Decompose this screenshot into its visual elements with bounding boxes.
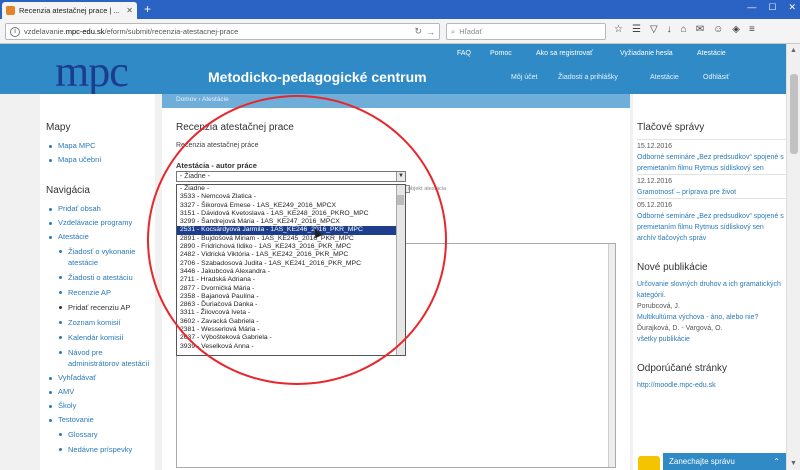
recommended-heading: Odporúčané stránky xyxy=(637,363,728,374)
nav-list: Pridať obsah Vzdelávacie programy Atestáci… xyxy=(40,202,155,457)
page-scroll-thumb[interactable] xyxy=(790,74,798,154)
press-date: 12.12.2016 xyxy=(637,174,786,187)
url-host: mpc-edu.sk xyxy=(65,27,105,36)
info-icon[interactable]: i xyxy=(10,26,20,37)
publication-author: Porubcová, J. xyxy=(637,303,680,310)
site-header: mpc Metodicko-pedagogické centrum FAQ Po… xyxy=(0,44,800,94)
nav-item[interactable]: Glossary xyxy=(40,427,155,442)
publications-list: Určovanie slovných druhov a ich gramatic… xyxy=(637,279,786,334)
minimize-icon[interactable]: — xyxy=(747,2,756,13)
chat-widget[interactable]: Zanechajte správu ⌃ xyxy=(663,453,786,470)
press-archive-link[interactable]: archív tlačových správ xyxy=(637,233,786,244)
search-placeholder: Hľadať xyxy=(459,27,483,36)
url-text: vzdelavanie.mpc-edu.sk/eform/submit/rece… xyxy=(24,27,238,36)
press-heading: Tlačové správy xyxy=(637,122,705,133)
nav-item[interactable]: Žiadosť o vykonanie atestácie xyxy=(40,244,155,270)
nav-item[interactable]: Vyhľadávať xyxy=(40,371,155,385)
close-window-icon[interactable]: ✕ xyxy=(788,2,796,13)
nav-item[interactable]: Žiadosti o atestáciu xyxy=(40,270,155,285)
top-nav-registracia[interactable]: Ako sa registrovať xyxy=(536,50,593,57)
browser-tab[interactable]: Recenzia atestačnej prace | ... ✕ xyxy=(2,2,137,19)
top-nav-heslo[interactable]: Vyžiadanie hesla xyxy=(620,50,673,57)
left-sidebar: Mapy Mapa MPC Mapa učební Navigácia Prid… xyxy=(40,94,155,470)
press-link[interactable]: Odborné semináre „Bez predsudkov“ spojen… xyxy=(637,211,786,233)
share-icon[interactable]: ✉ xyxy=(696,24,704,35)
nav-item[interactable]: Návod pre administrátorov atestácií xyxy=(40,345,155,371)
nav-item[interactable]: Kalendár komisií xyxy=(40,330,155,345)
maps-list: Mapa MPC Mapa učební xyxy=(40,139,155,167)
top-nav-pomoc[interactable]: Pomoc xyxy=(490,50,512,57)
scroll-down-icon[interactable]: ▼ xyxy=(790,460,797,467)
sec-nav-ziadosti[interactable]: Žiadosti a prihlášky xyxy=(558,74,618,81)
home-icon[interactable]: ⌂ xyxy=(681,24,687,35)
page-scrollbar[interactable]: ▲ ▼ xyxy=(786,44,800,470)
red-annotation-circle xyxy=(147,95,447,385)
top-nav-atestacie[interactable]: Atestácie xyxy=(697,50,726,57)
new-tab-icon[interactable]: + xyxy=(144,2,151,16)
sec-nav-ucet[interactable]: Môj účet xyxy=(511,74,537,81)
mpc-mascot-icon xyxy=(638,456,660,470)
scroll-up-icon[interactable]: ▲ xyxy=(790,47,797,54)
nav-heading: Navigácia xyxy=(46,185,90,196)
nav-item[interactable]: AMV xyxy=(40,385,155,399)
publication-link[interactable]: Multikultúrna výchova - áno, alebo nie? xyxy=(637,312,786,323)
download-icon[interactable]: ↓ xyxy=(667,24,672,35)
shield-icon[interactable]: ◈ xyxy=(732,24,740,35)
favicon-icon xyxy=(6,6,15,15)
nav-item[interactable]: Nedávne príspevky xyxy=(40,442,155,457)
tab-title: Recenzia atestačnej prace | ... xyxy=(19,6,120,15)
nav-item[interactable]: Zoznam komisií xyxy=(40,315,155,330)
search-icon: ⌕ xyxy=(451,26,456,36)
reload-icon[interactable]: ↻ xyxy=(414,26,422,37)
nav-item[interactable]: Pridať obsah xyxy=(40,202,155,216)
right-sidebar: Tlačové správy 15.12.2016 Odborné seminár… xyxy=(633,94,786,470)
maximize-icon[interactable]: ☐ xyxy=(768,2,776,13)
sec-nav-odhlasit[interactable]: Odhlásiť xyxy=(703,74,729,81)
press-date: 15.12.2016 xyxy=(637,139,786,152)
press-link[interactable]: Odborné semináre „Bez predsudkov“ spojen… xyxy=(637,152,786,174)
nav-item[interactable]: Atestácie xyxy=(40,230,155,244)
chat-label: Zanechajte správu xyxy=(669,457,735,466)
map-link[interactable]: Mapa učební xyxy=(40,153,155,167)
top-nav: FAQ Pomoc Ako sa registrovať Vyžiadanie … xyxy=(0,50,800,60)
map-link[interactable]: Mapa MPC xyxy=(40,139,155,153)
url-path: /eform/submit/recenzia-atestacnej-prace xyxy=(104,27,239,36)
nav-item[interactable]: Pridať recenziu AP xyxy=(40,300,155,315)
url-prefix: vzdelavanie. xyxy=(24,27,66,36)
maps-heading: Mapy xyxy=(46,122,71,133)
chevron-up-icon[interactable]: ⌃ xyxy=(773,457,780,466)
publications-heading: Nové publikácie xyxy=(637,262,708,273)
all-publications-link[interactable]: všetky publikácie xyxy=(637,334,786,345)
browser-search[interactable]: ⌕ Hľadať xyxy=(446,23,606,40)
breadcrumb[interactable]: Domov › Atestácie xyxy=(162,94,630,108)
browser-tools: ☆ ☰ ▽ ↓ ⌂ ✉ ☺ ◈ ≡ xyxy=(614,24,755,35)
window-controls: — ☐ ✕ xyxy=(747,2,796,13)
menu-icon[interactable]: ≡ xyxy=(749,24,755,35)
sec-nav-atestacie[interactable]: Atestácie xyxy=(650,74,679,81)
addon-icon[interactable]: ☺ xyxy=(713,24,723,35)
publication-link[interactable]: Určovanie slovných druhov a ich gramatic… xyxy=(637,279,786,301)
browser-navbar: i vzdelavanie.mpc-edu.sk/eform/submit/re… xyxy=(0,19,800,44)
press-link[interactable]: Gramotnosť – príprava pre život xyxy=(637,187,786,198)
publication-author: Ďurajková, D. - Vargová, O. xyxy=(637,325,723,332)
nav-item[interactable]: Recenzie AP xyxy=(40,285,155,300)
nav-item[interactable]: Školy xyxy=(40,399,155,413)
press-date: 05.12.2016 xyxy=(637,198,786,211)
top-nav-faq[interactable]: FAQ xyxy=(457,50,471,57)
bookmark-star-icon[interactable]: ☆ xyxy=(614,24,623,35)
browser-tabbar: Recenzia atestačnej prace | ... ✕ + — ☐ … xyxy=(0,0,800,19)
close-tab-icon[interactable]: ✕ xyxy=(126,6,133,15)
press-list: 15.12.2016 Odborné semináre „Bez predsudk… xyxy=(637,139,786,233)
pocket-icon[interactable]: ▽ xyxy=(650,24,658,35)
site-name: Metodicko-pedagogické centrum xyxy=(208,69,427,85)
reading-list-icon[interactable]: ☰ xyxy=(632,24,641,35)
moodle-link[interactable]: http://moodle.mpc-edu.sk xyxy=(637,380,786,391)
nav-item[interactable]: Vzdelávacie programy xyxy=(40,216,155,230)
url-bar[interactable]: i vzdelavanie.mpc-edu.sk/eform/submit/re… xyxy=(5,23,440,40)
go-arrow-icon[interactable]: → xyxy=(426,27,435,37)
nav-item[interactable]: Testovanie xyxy=(40,413,155,427)
textarea-scrollbar[interactable] xyxy=(608,244,615,467)
